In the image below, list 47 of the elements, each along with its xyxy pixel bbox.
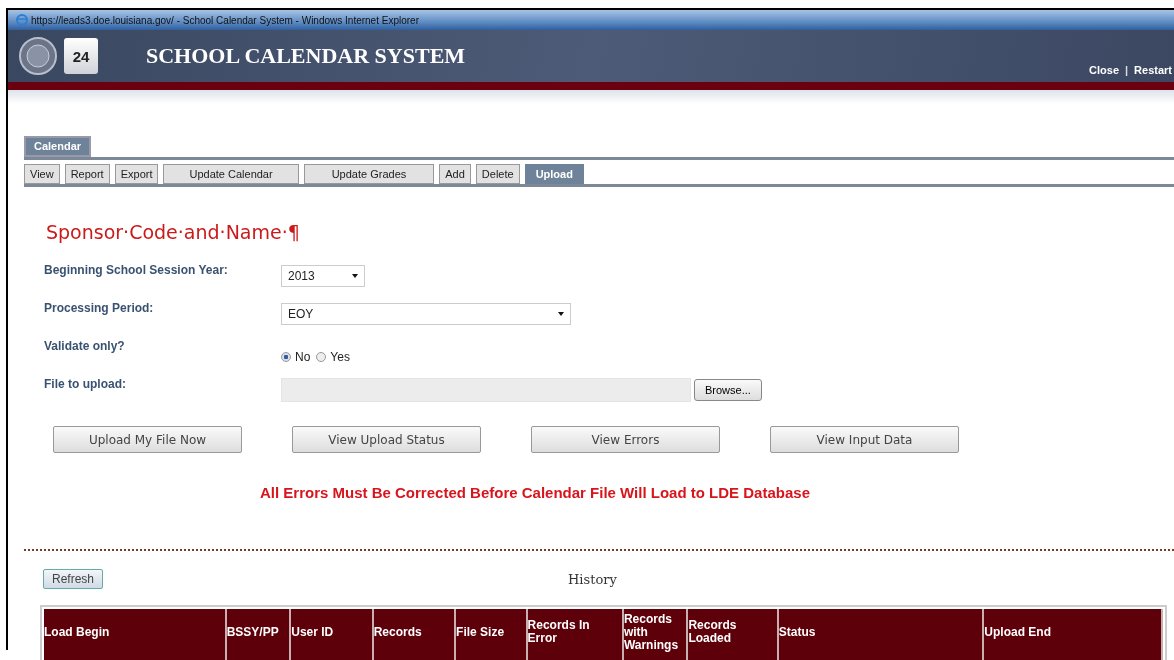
- seal-icon: [18, 36, 58, 76]
- column-header: File Size: [456, 609, 528, 660]
- column-header: Records Loaded: [688, 609, 779, 660]
- field-label: Validate only?: [44, 338, 126, 353]
- tab[interactable]: Upload: [524, 164, 584, 184]
- browse-button[interactable]: Browse...: [694, 379, 762, 401]
- field-label: Processing Period:: [44, 300, 155, 315]
- radio-label: No: [295, 350, 311, 364]
- tab[interactable]: Add: [439, 164, 471, 184]
- link-separator: |: [1125, 64, 1129, 76]
- action-button[interactable]: View Upload Status: [292, 426, 481, 453]
- window-title: https://leads3.doe.louisiana.gov/ - School Calendar System - Windows Internet Explorer: [31, 14, 419, 26]
- tab[interactable]: View: [24, 164, 60, 184]
- field-label: File to upload:: [44, 376, 127, 391]
- history-title: History: [568, 571, 617, 587]
- warning-message: All Errors Must Be Corrected Before Calendar File Will Load to LDE Database: [260, 484, 811, 501]
- action-button[interactable]: View Errors: [531, 426, 720, 453]
- radio-button[interactable]: [281, 352, 291, 362]
- close-link[interactable]: Close: [1089, 64, 1119, 76]
- tab[interactable]: Delete: [475, 164, 520, 184]
- radio-button[interactable]: [316, 352, 327, 362]
- tab[interactable]: Export: [114, 164, 159, 184]
- tab[interactable]: Update Calendar: [163, 164, 299, 184]
- calendar-day: 24: [72, 47, 90, 65]
- tab[interactable]: Update Grades: [303, 164, 435, 184]
- calendar-tab[interactable]: Calendar: [24, 136, 92, 157]
- column-header: Records: [373, 609, 457, 660]
- field-label: Beginning School Session Year:: [44, 262, 229, 277]
- restart-link[interactable]: Restart: [1134, 64, 1172, 76]
- column-header: Load Begin: [44, 609, 227, 660]
- radio-label: Yes: [330, 350, 350, 364]
- app-title: SCHOOL CALENDAR SYSTEM: [146, 43, 466, 69]
- period-dropdown[interactable]: EOY: [281, 303, 571, 325]
- year-dropdown[interactable]: 2013: [281, 265, 365, 287]
- action-button[interactable]: Upload My File Now: [53, 426, 242, 453]
- column-header: Records In Error: [527, 609, 624, 660]
- column-header: User ID: [291, 609, 374, 660]
- sponsor-heading: Sponsor·Code·and·Name·¶: [46, 221, 301, 243]
- column-header: Status: [778, 609, 985, 660]
- file-path-field[interactable]: [281, 378, 691, 402]
- action-button[interactable]: View Input Data: [770, 426, 959, 453]
- column-header: Upload End: [984, 609, 1164, 660]
- column-header: BSSY/PP: [226, 609, 292, 660]
- refresh-button[interactable]: Refresh: [43, 569, 104, 589]
- column-header: Records with Warnings: [623, 609, 689, 660]
- tab[interactable]: Report: [64, 164, 110, 184]
- browser-logo-icon: [16, 14, 28, 26]
